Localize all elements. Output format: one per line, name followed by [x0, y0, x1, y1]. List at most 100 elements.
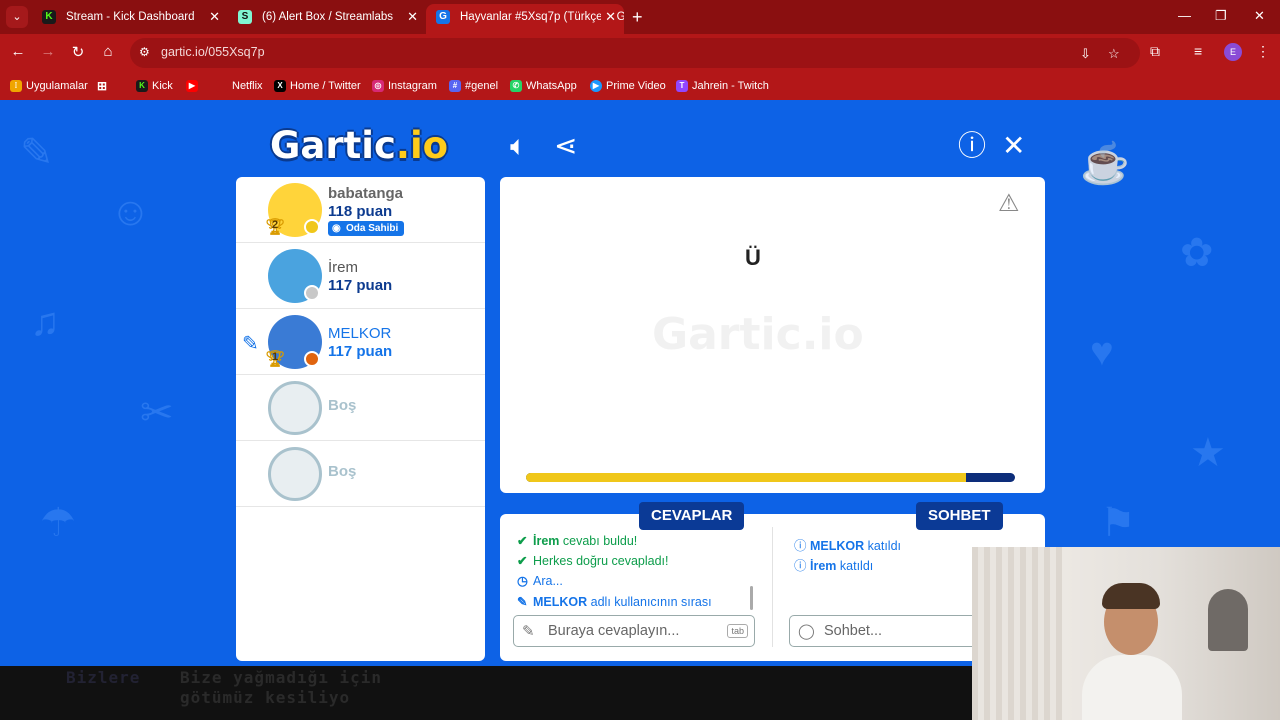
bookmark-star-icon[interactable]: ☆	[1108, 46, 1120, 62]
answers-scrollbar[interactable]	[750, 586, 753, 610]
answer-text: Ara...	[533, 574, 563, 588]
player-row[interactable]: 🏆︎2 babatanga 118 puan Oda Sahibi	[236, 177, 485, 243]
tab-chat[interactable]: SOHBET	[916, 502, 1003, 530]
streamer-body	[1082, 655, 1182, 720]
sound-icon[interactable]: 🔈︎	[510, 131, 527, 161]
player-score: 117 puan	[328, 277, 393, 294]
bookmark-all[interactable]: ⊞	[96, 78, 112, 94]
bookmark-kick[interactable]: K Kick	[136, 78, 173, 94]
empty-avatar-icon	[268, 381, 322, 435]
chat-text: katıldı	[867, 539, 902, 553]
close-window-icon[interactable]: ✕	[1254, 8, 1265, 24]
tab-key-hint: tab	[727, 624, 748, 638]
clock-icon: ◷	[517, 574, 528, 588]
doodle-icon: ☺	[110, 190, 151, 234]
chat-input[interactable]: ◯ Sohbet...	[789, 615, 979, 647]
bookmark-prime-video[interactable]: ▶ Prime Video	[590, 78, 666, 94]
twitch-icon: T	[676, 80, 688, 92]
player-list: 🏆︎2 babatanga 118 puan Oda Sahibi İrem 1…	[236, 177, 485, 661]
back-icon[interactable]: ←	[8, 43, 28, 60]
install-app-icon[interactable]: ⇩	[1080, 46, 1091, 62]
home-icon[interactable]: ⌂	[98, 43, 118, 60]
tab-search-button[interactable]: ⌄	[6, 6, 28, 28]
doodle-icon: ♥	[1090, 330, 1114, 374]
doodle-icon: ⚑	[1100, 501, 1136, 545]
profile-avatar[interactable]: E	[1224, 43, 1242, 61]
discord-icon: #	[449, 80, 461, 92]
close-tab-icon[interactable]: ✕	[407, 4, 418, 30]
tab-streamlabs[interactable]: S (6) Alert Box / Streamlabs ✕	[228, 4, 426, 34]
pencil-icon: ✎	[522, 623, 535, 640]
bookmark-label: Jahrein - Twitch	[692, 80, 769, 92]
webcam-overlay	[972, 547, 1280, 720]
answer-placeholder: Buraya cevaplayın...	[548, 623, 680, 639]
bookmark-instagram[interactable]: ◎ Instagram	[372, 78, 437, 94]
status-dot	[304, 219, 320, 235]
drawing-canvas[interactable]: Gartic.io ⚠ Ü	[500, 177, 1045, 493]
rank-number: 2	[271, 219, 279, 231]
player-name: babatanga	[328, 185, 404, 202]
empty-slot-label: Boş	[328, 463, 357, 480]
maximize-icon[interactable]: ❐	[1215, 8, 1227, 24]
reload-icon[interactable]: ↻	[68, 43, 88, 61]
canvas-watermark: Gartic.io	[652, 309, 864, 360]
all-bookmarks-icon: ⊞	[96, 79, 108, 93]
word-hint: Ü	[745, 245, 761, 270]
player-row[interactable]: ✎ 🏆︎ 1 MELKOR 117 puan	[236, 309, 485, 375]
doodle-icon: ✎	[20, 131, 54, 175]
answer-input[interactable]: ✎ Buraya cevaplayın... tab	[513, 615, 755, 647]
bookmark-netflix[interactable]: Netflix	[216, 78, 263, 94]
empty-slot[interactable]: Boş	[236, 441, 485, 507]
chat-text: katıldı	[839, 559, 874, 573]
whatsapp-icon: ✆	[510, 80, 522, 92]
media-control-icon[interactable]: ≡	[1194, 43, 1202, 59]
info-icon: ⓘ	[794, 539, 807, 553]
player-row[interactable]: İrem 117 puan	[236, 243, 485, 309]
share-icon[interactable]: ⋖	[554, 131, 577, 161]
empty-avatar-icon	[268, 447, 322, 501]
minimize-icon[interactable]: —	[1178, 8, 1191, 23]
close-tab-icon[interactable]: ✕	[601, 4, 616, 30]
tab-kick-dashboard[interactable]: K Stream - Kick Dashboard ✕	[32, 4, 228, 34]
check-icon: ✔	[517, 554, 528, 568]
browser-menu-icon[interactable]: ⋮	[1256, 43, 1270, 60]
gartic-logo: Gartic.io	[270, 124, 448, 167]
chat-user: İrem	[810, 559, 837, 573]
chat-user: MELKOR	[810, 539, 865, 553]
bookmark-whatsapp[interactable]: ✆ WhatsApp	[510, 78, 577, 94]
url-text[interactable]: gartic.io/055Xsq7p	[161, 45, 265, 59]
empty-slot[interactable]: Boş	[236, 375, 485, 441]
doodle-icon: ✂	[140, 391, 174, 435]
webcam-curtain	[972, 547, 1062, 720]
answer-line: ✔ Herkes doğru cevapladı!	[517, 553, 669, 568]
tab-gartic[interactable]: G Hayvanlar #5Xsq7p (Türkçe) - G ✕	[426, 4, 624, 34]
close-tab-icon[interactable]: ✕	[209, 4, 220, 30]
site-info-icon[interactable]: ⚙	[139, 45, 150, 59]
bookmark-youtube[interactable]: ▶	[186, 78, 202, 94]
bookmark-apps[interactable]: ⁞ Uygulamalar	[10, 78, 88, 94]
browser-toolbar: ← → ↻ ⌂ ⚙ gartic.io/055Xsq7p ⇩ ☆ ⧉ ≡ E ⋮	[0, 34, 1280, 72]
answer-user: MELKOR	[533, 595, 588, 609]
info-icon[interactable]: ⓘ	[958, 131, 986, 161]
extensions-icon[interactable]: ⧉	[1150, 43, 1160, 60]
drawing-pencil-icon: ✎	[242, 333, 259, 355]
info-icon: ⓘ	[794, 559, 807, 573]
tab-title: (6) Alert Box / Streamlabs	[262, 11, 394, 23]
status-dot	[304, 285, 320, 301]
player-score: 117 puan	[328, 343, 393, 360]
player-score: 118 puan	[328, 203, 393, 220]
bookmark-discord[interactable]: # #genel	[449, 78, 498, 94]
new-tab-button[interactable]: +	[632, 6, 643, 28]
youtube-icon: ▶	[186, 80, 198, 92]
bookmark-twitch[interactable]: T Jahrein - Twitch	[676, 78, 769, 94]
tab-answers[interactable]: CEVAPLAR	[639, 502, 745, 530]
report-warning-icon[interactable]: ⚠	[998, 189, 1020, 218]
netflix-icon	[216, 80, 228, 92]
subtitle-faded-text: Bizlere	[66, 668, 141, 687]
bookmark-label: Home / Twitter	[290, 80, 361, 92]
stream-subtitle-overlay: Bizlere Bize yağmadığı için götümüz kesi…	[0, 666, 972, 720]
address-bar[interactable]: ⚙ gartic.io/055Xsq7p ⇩ ☆	[130, 38, 1140, 68]
exit-icon[interactable]: ✕	[1002, 131, 1025, 161]
bookmark-twitter[interactable]: X Home / Twitter	[274, 78, 361, 94]
forward-icon[interactable]: →	[38, 43, 58, 60]
